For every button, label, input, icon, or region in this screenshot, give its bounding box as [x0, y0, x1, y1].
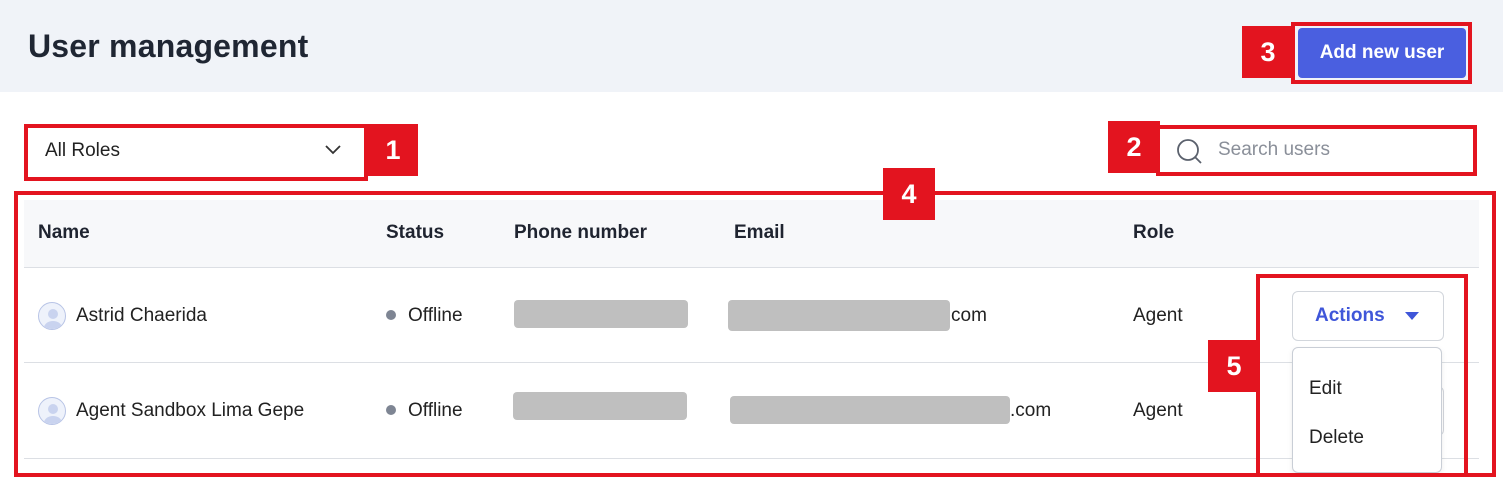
menu-item-delete[interactable]: Delete [1309, 427, 1364, 449]
user-avatar-icon [44, 404, 62, 424]
avatar [38, 302, 66, 330]
role-filter-value: All Roles [45, 140, 120, 161]
column-header-role[interactable]: Role [1133, 222, 1174, 244]
redacted-phone [514, 300, 688, 328]
status-dot-icon [386, 405, 396, 415]
redacted-email [728, 300, 950, 331]
annotation-badge-5: 5 [1208, 340, 1260, 392]
search-box [1160, 128, 1472, 172]
actions-dropdown-menu: Edit Delete [1292, 347, 1442, 473]
annotation-badge-1: 1 [368, 124, 418, 176]
user-role: Agent [1133, 400, 1183, 421]
caret-down-icon [1405, 312, 1419, 320]
table-row: Agent Sandbox Lima Gepe Offline .com Age… [24, 364, 1479, 459]
menu-item-edit[interactable]: Edit [1309, 378, 1342, 400]
column-header-name[interactable]: Name [38, 222, 90, 244]
actions-button[interactable]: Actions [1292, 291, 1444, 341]
add-new-user-button[interactable]: Add new user [1298, 28, 1466, 78]
annotation-badge-4: 4 [883, 168, 935, 220]
user-avatar-icon [44, 309, 62, 329]
search-icon [1177, 139, 1202, 164]
user-name: Astrid Chaerida [76, 305, 207, 326]
actions-label: Actions [1315, 305, 1385, 326]
table-row: Astrid Chaerida Offline com Agent Action… [24, 268, 1479, 363]
redacted-phone [513, 392, 687, 420]
email-suffix: com [951, 305, 987, 326]
role-filter-select[interactable]: All Roles [28, 128, 364, 174]
user-role: Agent [1133, 305, 1183, 326]
avatar [38, 397, 66, 425]
column-header-phone[interactable]: Phone number [514, 222, 647, 244]
user-status: Offline [408, 305, 463, 326]
user-name: Agent Sandbox Lima Gepe [76, 400, 305, 421]
redacted-email [730, 396, 1010, 424]
annotation-badge-3: 3 [1242, 26, 1294, 78]
table-header: Name Status Phone number Email Role [24, 200, 1479, 268]
search-input[interactable] [1218, 134, 1458, 166]
status-dot-icon [386, 310, 396, 320]
page-title: User management [28, 28, 309, 64]
chevron-down-icon [325, 145, 341, 155]
annotation-badge-2: 2 [1108, 121, 1160, 173]
email-suffix: .com [1010, 400, 1052, 421]
column-header-email[interactable]: Email [734, 222, 785, 244]
column-header-status[interactable]: Status [386, 222, 444, 244]
user-status: Offline [408, 400, 463, 421]
